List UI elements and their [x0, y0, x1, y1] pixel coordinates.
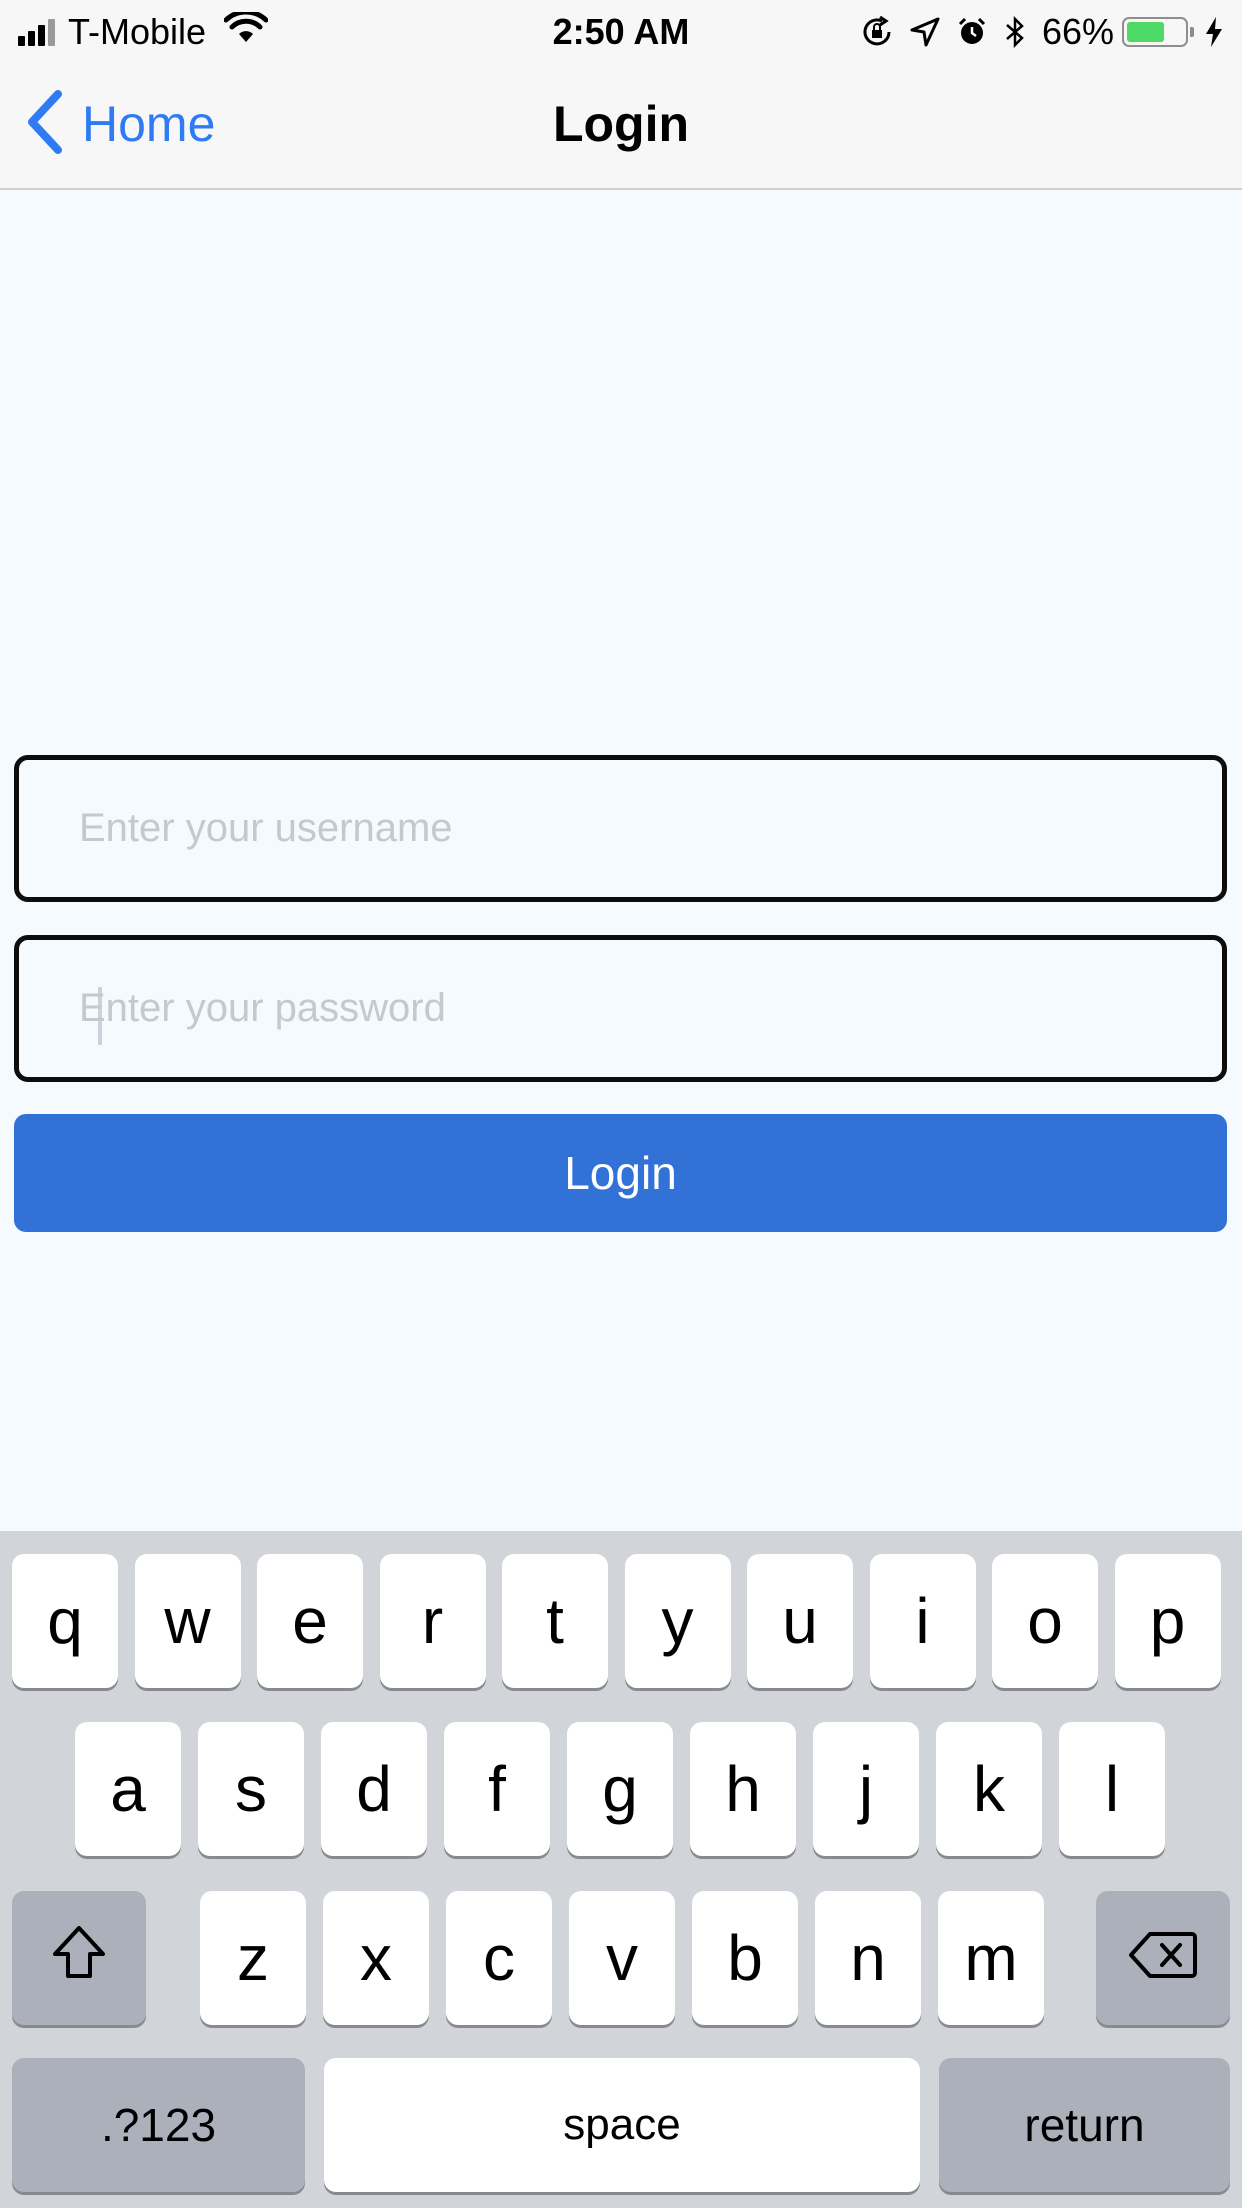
key-i[interactable]: i — [869, 1554, 976, 1688]
backspace-icon — [1128, 1921, 1198, 1995]
nav-bar: Home Login — [0, 62, 1242, 190]
carrier-label: T-Mobile — [68, 11, 207, 52]
backspace-key[interactable] — [1096, 1891, 1230, 2025]
chevron-left-icon — [24, 89, 64, 159]
key-o[interactable]: o — [992, 1554, 1098, 1688]
numbers-key[interactable]: .?123 — [12, 2058, 305, 2192]
key-t[interactable]: t — [502, 1554, 608, 1688]
battery-icon — [1122, 17, 1194, 47]
key-m[interactable]: m — [938, 1891, 1044, 2025]
key-s[interactable]: s — [198, 1722, 304, 1856]
battery-fill — [1127, 22, 1164, 42]
shift-key[interactable] — [12, 1891, 146, 2025]
return-key[interactable]: return — [939, 2058, 1230, 2192]
key-j[interactable]: j — [813, 1722, 919, 1856]
key-b[interactable]: b — [692, 1891, 798, 2025]
key-f[interactable]: f — [444, 1722, 550, 1856]
key-q[interactable]: q — [12, 1554, 118, 1688]
location-icon — [910, 17, 940, 47]
key-e[interactable]: e — [257, 1554, 363, 1688]
keyboard: qwertyuiop asdfghjkl zxcvbnm .?123 space… — [0, 1531, 1242, 2208]
key-a[interactable]: a — [75, 1722, 181, 1856]
key-p[interactable]: p — [1114, 1554, 1221, 1688]
login-button[interactable]: Login — [14, 1114, 1227, 1232]
key-z[interactable]: z — [200, 1891, 306, 2025]
battery-percent: 66% — [1041, 11, 1114, 52]
key-w[interactable]: w — [134, 1554, 241, 1688]
key-x[interactable]: x — [323, 1891, 429, 2025]
orientation-lock-icon — [860, 15, 894, 49]
key-d[interactable]: d — [321, 1722, 427, 1856]
space-key[interactable]: space — [324, 2058, 920, 2192]
alarm-icon — [956, 16, 988, 48]
charging-icon — [1204, 16, 1224, 48]
status-left: T-Mobile — [18, 9, 269, 54]
back-button[interactable]: Home — [24, 89, 216, 159]
back-label: Home — [82, 96, 216, 152]
key-k[interactable]: k — [936, 1722, 1042, 1856]
status-right: 66% — [844, 10, 1224, 54]
key-g[interactable]: g — [567, 1722, 673, 1856]
key-y[interactable]: y — [624, 1554, 731, 1688]
shift-icon — [49, 1921, 109, 1995]
bluetooth-icon — [1004, 15, 1026, 49]
key-u[interactable]: u — [747, 1554, 853, 1688]
key-r[interactable]: r — [379, 1554, 486, 1688]
key-h[interactable]: h — [690, 1722, 796, 1856]
key-l[interactable]: l — [1059, 1722, 1165, 1856]
key-c[interactable]: c — [446, 1891, 552, 2025]
key-v[interactable]: v — [569, 1891, 675, 2025]
signal-icon — [18, 18, 58, 46]
key-n[interactable]: n — [815, 1891, 921, 2025]
status-bar: T-Mobile 2:50 AM 66% — [0, 0, 1242, 62]
password-field[interactable] — [14, 935, 1227, 1082]
username-field[interactable] — [14, 755, 1227, 902]
username-input[interactable] — [79, 760, 1179, 897]
wifi-icon — [223, 9, 269, 53]
password-input[interactable] — [79, 940, 1179, 1077]
